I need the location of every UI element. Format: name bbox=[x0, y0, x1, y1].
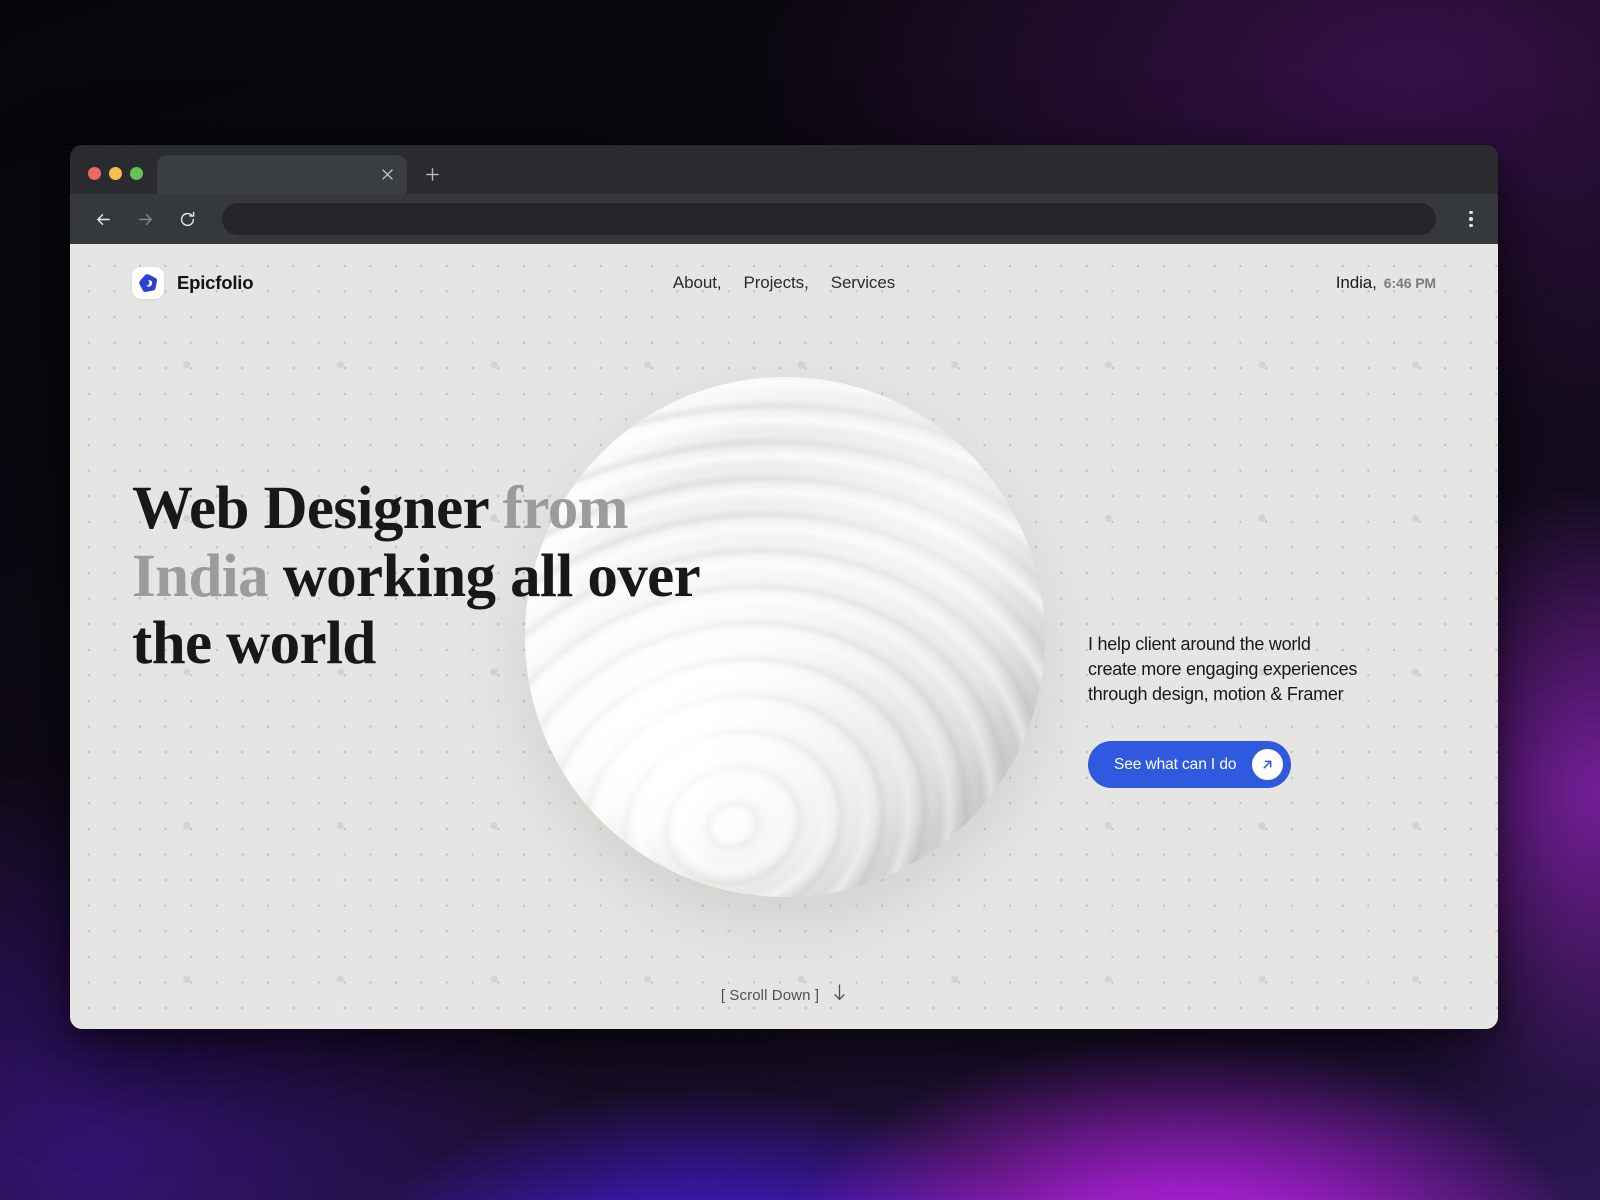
kebab-menu-icon[interactable] bbox=[1458, 204, 1484, 234]
nav-item-projects[interactable]: Projects, bbox=[743, 273, 808, 293]
hero-section: Web Designer from India working all over… bbox=[70, 322, 1498, 1029]
maximize-window-button[interactable] bbox=[130, 167, 143, 180]
see-what-can-i-do-button[interactable]: See what can I do bbox=[1088, 741, 1291, 788]
locale-clock: 6:46 PM bbox=[1384, 275, 1436, 291]
close-icon[interactable] bbox=[377, 165, 397, 185]
page-viewport: Epicfolio About, Projects, Services Indi… bbox=[70, 244, 1498, 1029]
window-traffic-lights bbox=[70, 167, 157, 194]
browser-window: Epicfolio About, Projects, Services Indi… bbox=[70, 145, 1498, 1029]
desktop-background: Epicfolio About, Projects, Services Indi… bbox=[0, 0, 1600, 1200]
brand-logo[interactable]: Epicfolio bbox=[132, 267, 253, 299]
headline-line3-strong: the world bbox=[132, 610, 376, 677]
main-navigation: About, Projects, Services bbox=[70, 273, 1498, 293]
minimize-window-button[interactable] bbox=[109, 167, 122, 180]
site-header: Epicfolio About, Projects, Services Indi… bbox=[70, 244, 1498, 322]
brand-name: Epicfolio bbox=[177, 272, 253, 294]
headline-line1-muted: from bbox=[503, 475, 628, 542]
arrow-left-icon[interactable] bbox=[90, 206, 116, 232]
close-window-button[interactable] bbox=[88, 167, 101, 180]
plus-icon[interactable] bbox=[415, 157, 449, 191]
browser-tab[interactable] bbox=[157, 155, 407, 194]
arrow-up-right-icon bbox=[1252, 749, 1283, 780]
nav-item-services[interactable]: Services bbox=[831, 273, 895, 293]
scroll-down-label: [ Scroll Down ] bbox=[721, 987, 819, 1004]
epicfolio-logo-icon bbox=[132, 267, 164, 299]
nav-item-about[interactable]: About, bbox=[673, 273, 722, 293]
reload-icon[interactable] bbox=[174, 206, 200, 232]
hero-pitch-block: I help client around the world create mo… bbox=[1088, 632, 1428, 788]
locale-place: India, bbox=[1336, 273, 1377, 293]
locale-time: India, 6:46 PM bbox=[1336, 273, 1436, 293]
hero-headline: Web Designer from India working all over… bbox=[132, 475, 752, 678]
headline-line2-strong: working all over bbox=[268, 543, 700, 610]
browser-tab-strip bbox=[70, 145, 1498, 194]
address-bar[interactable] bbox=[222, 203, 1436, 235]
hero-pitch-text: I help client around the world create mo… bbox=[1088, 632, 1428, 707]
headline-line2-muted: India bbox=[132, 543, 268, 610]
arrow-right-icon[interactable] bbox=[132, 206, 158, 232]
headline-line1-strong: Web Designer bbox=[132, 475, 503, 542]
cta-label: See what can I do bbox=[1114, 756, 1236, 774]
arrow-down-icon bbox=[832, 983, 847, 1007]
browser-toolbar bbox=[70, 194, 1498, 244]
scroll-down-indicator[interactable]: [ Scroll Down ] bbox=[70, 983, 1498, 1007]
